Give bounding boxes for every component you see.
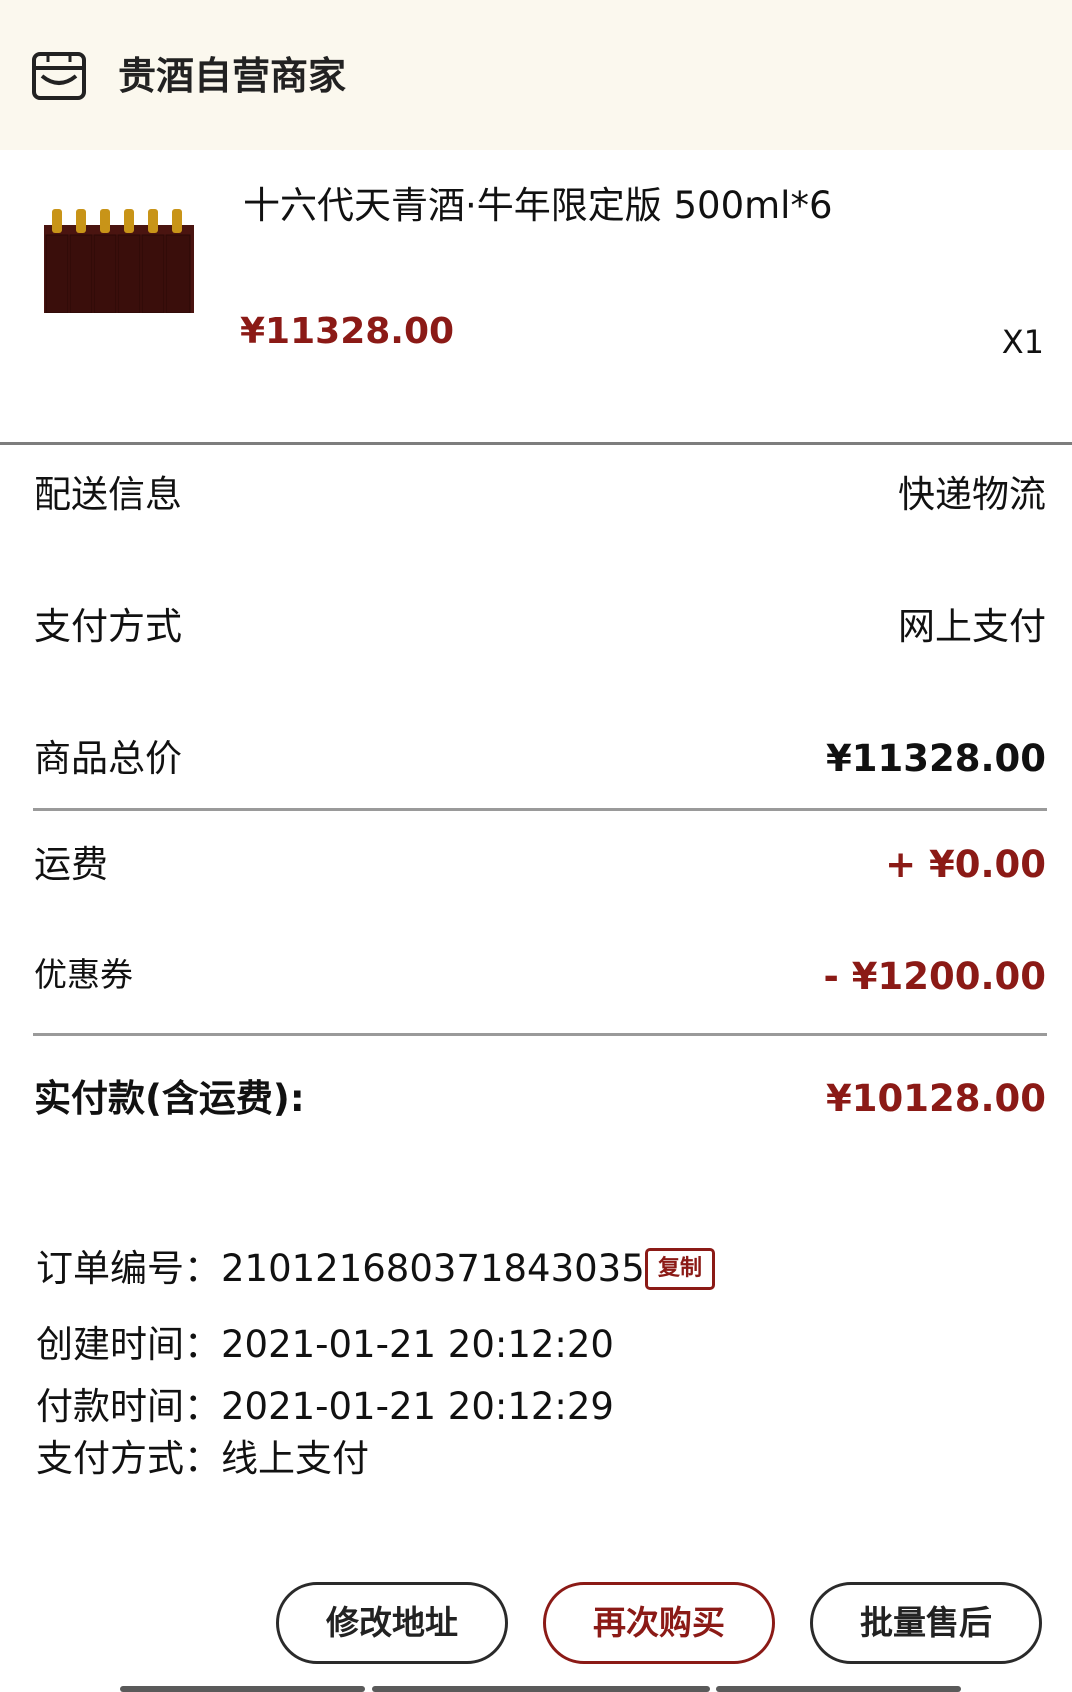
shop-name[interactable]: 贵酒自营商家 bbox=[118, 52, 346, 100]
bottom-bar bbox=[372, 1686, 710, 1692]
payment-time: 付款时间：2021-01-21 20:12:29 bbox=[36, 1385, 614, 1428]
delivery-label: 配送信息 bbox=[34, 473, 182, 516]
buy-again-button[interactable]: 再次购买 bbox=[543, 1582, 775, 1664]
bottom-bar bbox=[716, 1686, 961, 1692]
divider bbox=[0, 442, 1072, 445]
delivery-value: 快递物流 bbox=[898, 473, 1046, 516]
product-price: ¥11328.00 bbox=[240, 311, 455, 352]
coupon-value: - ¥1200.00 bbox=[823, 955, 1046, 998]
goods-total-value: ¥11328.00 bbox=[825, 737, 1046, 780]
product-quantity: X1 bbox=[1001, 323, 1044, 361]
payment-method-label: 支付方式 bbox=[34, 605, 182, 648]
copy-order-number-button[interactable]: 复制 bbox=[645, 1248, 715, 1290]
order-number: 订单编号：210121680371843035 bbox=[36, 1247, 645, 1290]
shop-header: 贵酒自营商家 bbox=[0, 0, 1072, 150]
payment-method-value: 网上支付 bbox=[898, 605, 1046, 648]
paid-amount-value: ¥10128.00 bbox=[825, 1077, 1046, 1120]
store-icon bbox=[32, 52, 86, 100]
payment-method-info: 支付方式：线上支付 bbox=[36, 1437, 369, 1480]
divider bbox=[33, 1033, 1047, 1036]
modify-address-button[interactable]: 修改地址 bbox=[276, 1582, 508, 1664]
bottom-bar bbox=[120, 1686, 365, 1692]
coupon-label: 优惠券 bbox=[34, 955, 133, 994]
shipping-value: + ¥0.00 bbox=[885, 843, 1046, 886]
created-time: 创建时间：2021-01-21 20:12:20 bbox=[36, 1323, 614, 1366]
wine-bottles-image[interactable] bbox=[44, 205, 194, 313]
paid-amount-label: 实付款(含运费): bbox=[34, 1077, 305, 1120]
product-title[interactable]: 十六代天青酒·牛年限定版 500ml*6 bbox=[243, 183, 833, 229]
divider bbox=[33, 808, 1047, 811]
goods-total-label: 商品总价 bbox=[34, 737, 182, 780]
shipping-label: 运费 bbox=[34, 843, 108, 886]
after-sales-button[interactable]: 批量售后 bbox=[810, 1582, 1042, 1664]
